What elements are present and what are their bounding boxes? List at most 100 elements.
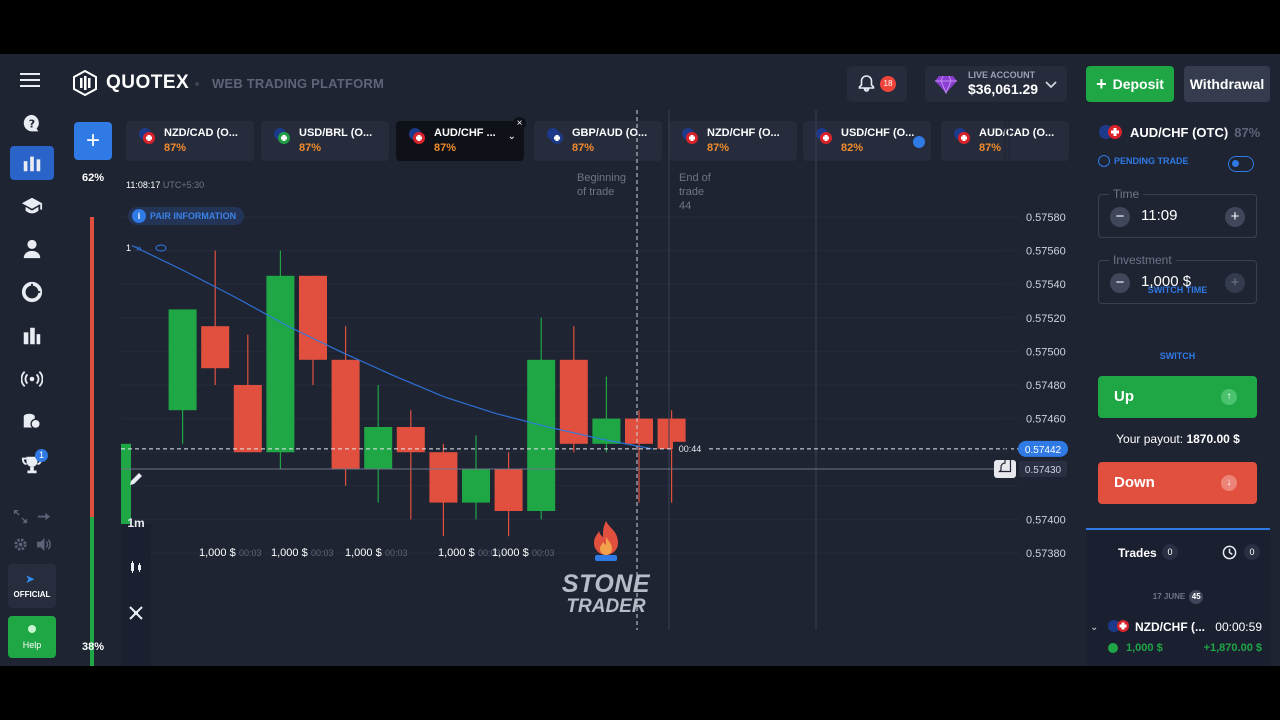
time-label: Time <box>1109 187 1144 201</box>
down-button[interactable]: Down ↓ <box>1098 462 1257 504</box>
stone-trader-watermark: STONE TRADER <box>556 521 656 617</box>
y-axis-label: 0.57400 <box>1026 514 1066 526</box>
investment-label: Investment <box>1109 253 1176 267</box>
panel-asset-selector[interactable]: AUD/CHF (OTC) 87% <box>1098 124 1260 140</box>
clock-history-icon[interactable] <box>1222 545 1237 560</box>
chart-type-button[interactable] <box>121 552 151 582</box>
gear-icon[interactable] <box>10 534 30 554</box>
flame-logo-icon <box>594 521 618 561</box>
candle-body <box>364 427 393 469</box>
end-of-trade-label: End of trade 44 <box>679 171 729 213</box>
account-selector[interactable]: LIVE ACCOUNT $36,061.29 <box>925 66 1067 102</box>
sidebar-item-market[interactable] <box>10 319 54 353</box>
platform-subtitle: WEB TRADING PLATFORM <box>212 76 385 91</box>
investment-field: Investment − 1,000 $ + <box>1098 253 1257 304</box>
trades-section: Trades 0 0 17 JUNE 45 ⌄ NZD/CHF (... 00:00:… <box>1086 528 1270 666</box>
investment-increase-button[interactable]: + <box>1225 273 1245 293</box>
chart-tools <box>121 524 151 666</box>
logout-arrow-icon[interactable] <box>33 506 53 526</box>
speaker-icon[interactable] <box>33 534 53 554</box>
investment-value[interactable]: 1,000 $ <box>1141 273 1191 290</box>
account-type-label: LIVE ACCOUNT <box>968 70 1036 80</box>
up-label: Up <box>1114 388 1134 405</box>
official-telegram-button[interactable]: ➤ OFFICIAL <box>8 564 56 608</box>
pencil-icon <box>130 473 142 485</box>
pending-trade-toggle[interactable] <box>1228 156 1254 172</box>
trade-row[interactable]: ⌄ NZD/CHF (... 00:00:59 1,000 $ +1,870.00 $ <box>1086 614 1270 662</box>
chart-clock: 11:08:17 UTC+5:30 <box>126 180 204 190</box>
indicator-arrow-icon: » <box>136 243 142 254</box>
trades-tab[interactable]: Trades <box>1118 546 1157 560</box>
candles-icon <box>131 561 141 573</box>
pair-information-button[interactable]: PAIR INFORMATION <box>128 207 245 225</box>
payout-text: Your payout: 1870.00 $ <box>1086 432 1270 446</box>
bar-chart-icon <box>23 156 41 172</box>
sidebar-item-tournaments[interactable] <box>10 275 54 309</box>
quotex-logo[interactable]: QUOTEX <box>72 70 189 96</box>
trade-marker-time: 00:03 <box>532 548 555 558</box>
trade-marker-time: 00:03 <box>239 548 262 558</box>
sentiment-down-percent: 38% <box>82 641 105 653</box>
y-axis-label: 0.57380 <box>1026 548 1066 560</box>
trades-date: 17 JUNE <box>1152 592 1186 601</box>
timeframe-button[interactable]: 1m <box>121 508 151 538</box>
pair-info-label: PAIR INFORMATION <box>150 211 237 221</box>
sidebar-item-education[interactable] <box>10 189 54 223</box>
countdown-label: 00:44 <box>679 444 702 454</box>
sidebar-item-achievements[interactable]: 1 <box>10 448 54 482</box>
closed-trades-count: 0 <box>1244 544 1260 560</box>
up-button[interactable]: Up ↑ <box>1098 376 1257 418</box>
trade-investment: 1,000 $ <box>1126 642 1163 654</box>
panel-asset-percent: 87% <box>1234 124 1261 140</box>
time-decrease-button[interactable]: − <box>1110 207 1130 227</box>
end-of-trade-seconds: 44 <box>679 200 692 212</box>
left-sidebar: ? 1 ➤ OFFICIAL Help <box>0 54 64 666</box>
help-button[interactable]: Help <box>8 616 56 658</box>
candle-body <box>266 275 295 453</box>
time-increase-button[interactable]: + <box>1225 207 1245 227</box>
down-label: Down <box>1114 474 1155 491</box>
trade-panel: AUD/CHF (OTC) 87% PENDING TRADE Time − 1… <box>1086 116 1270 666</box>
diamond-icon <box>935 75 957 94</box>
help-dot-icon <box>28 625 36 633</box>
candle-body <box>625 418 653 444</box>
asset-flag-icon <box>1099 125 1122 139</box>
sentiment-bar-up <box>90 217 94 517</box>
hamburger-menu-icon[interactable] <box>20 71 42 89</box>
investment-decrease-button[interactable]: − <box>1110 273 1130 293</box>
bell-icon <box>858 75 875 92</box>
candle-body <box>299 275 327 360</box>
drawing-tools-button[interactable] <box>121 598 151 628</box>
sidebar-item-signals[interactable] <box>10 362 54 396</box>
notifications-count-badge: 18 <box>880 76 896 92</box>
trade-marker-amount: 1,000 $ <box>438 547 475 559</box>
trade-marker-amount: 1,000 $ <box>199 547 236 559</box>
sidebar-item-account[interactable] <box>10 232 54 266</box>
payout-label: Your payout: <box>1116 432 1184 446</box>
notifications-button[interactable]: 18 <box>847 66 907 102</box>
fullscreen-icon[interactable] <box>10 506 30 526</box>
candle-body <box>429 452 458 503</box>
arrow-down-icon: ↓ <box>1221 475 1237 491</box>
time-value[interactable]: 11:09 <box>1141 207 1177 224</box>
watermark-line-2: TRADER <box>566 596 646 617</box>
payout-value: 1870.00 $ <box>1186 432 1240 446</box>
sidebar-item-coins[interactable] <box>10 405 54 439</box>
chevron-down-icon[interactable]: ⌄ <box>1090 622 1098 633</box>
switch-investment-button[interactable]: SWITCH <box>1098 351 1257 361</box>
watermark-line-1: STONE <box>561 570 651 598</box>
withdrawal-button[interactable]: Withdrawal <box>1184 66 1270 102</box>
pencil-tool[interactable] <box>121 464 151 494</box>
strike-price-value: 0.57430 <box>1025 465 1062 476</box>
arrow-up-icon: ↑ <box>1221 389 1237 405</box>
sidebar-item-help[interactable]: ? <box>10 107 54 141</box>
sidebar-item-trade[interactable] <box>10 146 54 180</box>
deposit-button[interactable]: + Deposit <box>1086 66 1174 102</box>
telegram-icon: ➤ <box>25 572 36 586</box>
candle-body <box>527 359 556 511</box>
question-bubble-icon: ? <box>23 114 39 132</box>
y-axis-label: 0.57560 <box>1026 246 1066 258</box>
candle-body <box>233 385 262 453</box>
trade-status-icon <box>1108 643 1118 653</box>
candle-body <box>201 326 230 369</box>
